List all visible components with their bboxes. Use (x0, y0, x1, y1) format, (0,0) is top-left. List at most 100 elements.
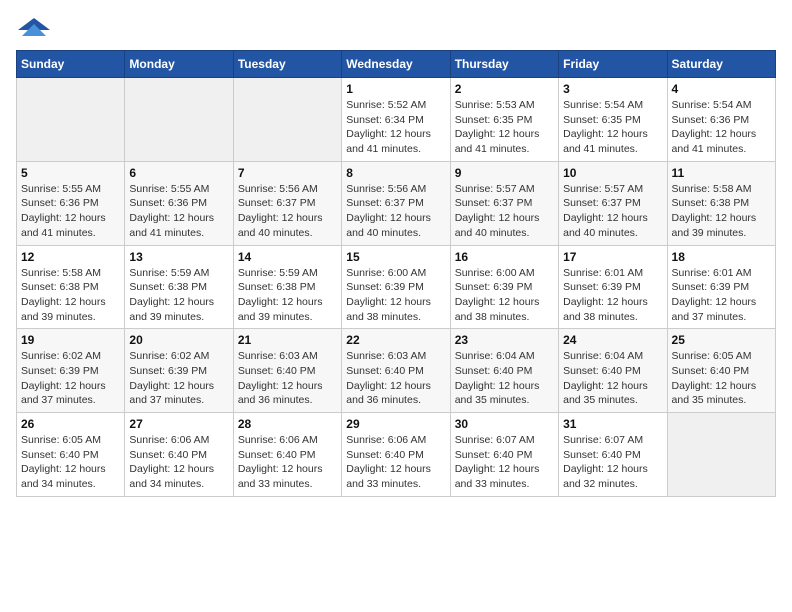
calendar-cell: 21 Sunrise: 6:03 AM Sunset: 6:40 PM Dayli… (233, 329, 341, 413)
day-number: 14 (238, 250, 337, 264)
day-of-week-header: Monday (125, 51, 233, 78)
day-detail: Sunrise: 5:59 AM Sunset: 6:38 PM Dayligh… (238, 266, 337, 325)
day-number: 17 (563, 250, 662, 264)
calendar-week-row: 5 Sunrise: 5:55 AM Sunset: 6:36 PM Daylig… (17, 161, 776, 245)
day-number: 25 (672, 333, 771, 347)
day-number: 22 (346, 333, 445, 347)
day-number: 13 (129, 250, 228, 264)
day-number: 8 (346, 166, 445, 180)
day-number: 2 (455, 82, 554, 96)
day-of-week-header: Saturday (667, 51, 775, 78)
day-detail: Sunrise: 5:56 AM Sunset: 6:37 PM Dayligh… (238, 182, 337, 241)
day-of-week-header: Wednesday (342, 51, 450, 78)
day-number: 28 (238, 417, 337, 431)
calendar-cell: 11 Sunrise: 5:58 AM Sunset: 6:38 PM Dayli… (667, 161, 775, 245)
day-detail: Sunrise: 6:06 AM Sunset: 6:40 PM Dayligh… (238, 433, 337, 492)
day-detail: Sunrise: 5:52 AM Sunset: 6:34 PM Dayligh… (346, 98, 445, 157)
calendar-cell: 20 Sunrise: 6:02 AM Sunset: 6:39 PM Dayli… (125, 329, 233, 413)
day-detail: Sunrise: 5:54 AM Sunset: 6:36 PM Dayligh… (672, 98, 771, 157)
calendar-cell: 10Sunrise: 5:57 AM Sunset: 6:37 PM Dayli… (559, 161, 667, 245)
calendar-week-row: 12 Sunrise: 5:58 AM Sunset: 6:38 PM Dayli… (17, 245, 776, 329)
calendar-cell: 15Sunrise: 6:00 AM Sunset: 6:39 PM Dayli… (342, 245, 450, 329)
day-detail: Sunrise: 6:03 AM Sunset: 6:40 PM Dayligh… (346, 349, 445, 408)
calendar-cell: 22 Sunrise: 6:03 AM Sunset: 6:40 PM Dayli… (342, 329, 450, 413)
logo (16, 16, 56, 40)
calendar-cell: 7 Sunrise: 5:56 AM Sunset: 6:37 PM Daylig… (233, 161, 341, 245)
calendar-cell: 27Sunrise: 6:06 AM Sunset: 6:40 PM Dayli… (125, 413, 233, 497)
day-of-week-header: Thursday (450, 51, 558, 78)
calendar-cell: 9 Sunrise: 5:57 AM Sunset: 6:37 PM Daylig… (450, 161, 558, 245)
day-detail: Sunrise: 5:58 AM Sunset: 6:38 PM Dayligh… (672, 182, 771, 241)
calendar-cell: 8 Sunrise: 5:56 AM Sunset: 6:37 PM Daylig… (342, 161, 450, 245)
day-detail: Sunrise: 6:05 AM Sunset: 6:40 PM Dayligh… (672, 349, 771, 408)
day-of-week-header: Friday (559, 51, 667, 78)
day-number: 30 (455, 417, 554, 431)
day-number: 5 (21, 166, 120, 180)
calendar-cell: 17Sunrise: 6:01 AM Sunset: 6:39 PM Dayli… (559, 245, 667, 329)
day-number: 24 (563, 333, 662, 347)
calendar-cell: 4 Sunrise: 5:54 AM Sunset: 6:36 PM Daylig… (667, 78, 775, 162)
calendar-header-row: SundayMondayTuesdayWednesdayThursdayFrid… (17, 51, 776, 78)
day-number: 26 (21, 417, 120, 431)
day-detail: Sunrise: 5:58 AM Sunset: 6:38 PM Dayligh… (21, 266, 120, 325)
day-number: 12 (21, 250, 120, 264)
calendar-cell (233, 78, 341, 162)
calendar-cell: 31Sunrise: 6:07 AM Sunset: 6:40 PM Dayli… (559, 413, 667, 497)
day-detail: Sunrise: 6:05 AM Sunset: 6:40 PM Dayligh… (21, 433, 120, 492)
day-number: 3 (563, 82, 662, 96)
day-detail: Sunrise: 6:01 AM Sunset: 6:39 PM Dayligh… (672, 266, 771, 325)
day-number: 23 (455, 333, 554, 347)
calendar-cell: 13 Sunrise: 5:59 AM Sunset: 6:38 PM Dayli… (125, 245, 233, 329)
day-detail: Sunrise: 6:03 AM Sunset: 6:40 PM Dayligh… (238, 349, 337, 408)
day-detail: Sunrise: 5:56 AM Sunset: 6:37 PM Dayligh… (346, 182, 445, 241)
logo-icon (16, 16, 52, 40)
calendar-cell: 12 Sunrise: 5:58 AM Sunset: 6:38 PM Dayli… (17, 245, 125, 329)
day-detail: Sunrise: 6:02 AM Sunset: 6:39 PM Dayligh… (21, 349, 120, 408)
day-number: 27 (129, 417, 228, 431)
calendar-week-row: 1 Sunrise: 5:52 AM Sunset: 6:34 PM Daylig… (17, 78, 776, 162)
day-detail: Sunrise: 5:57 AM Sunset: 6:37 PM Dayligh… (455, 182, 554, 241)
day-detail: Sunrise: 5:53 AM Sunset: 6:35 PM Dayligh… (455, 98, 554, 157)
day-number: 6 (129, 166, 228, 180)
day-number: 16 (455, 250, 554, 264)
day-detail: Sunrise: 6:06 AM Sunset: 6:40 PM Dayligh… (346, 433, 445, 492)
page-header (16, 16, 776, 40)
calendar-cell (125, 78, 233, 162)
day-detail: Sunrise: 6:07 AM Sunset: 6:40 PM Dayligh… (455, 433, 554, 492)
calendar-week-row: 26 Sunrise: 6:05 AM Sunset: 6:40 PM Dayli… (17, 413, 776, 497)
day-detail: Sunrise: 6:00 AM Sunset: 6:39 PM Dayligh… (455, 266, 554, 325)
calendar-cell: 14 Sunrise: 5:59 AM Sunset: 6:38 PM Dayli… (233, 245, 341, 329)
day-number: 11 (672, 166, 771, 180)
calendar-cell: 29 Sunrise: 6:06 AM Sunset: 6:40 PM Dayli… (342, 413, 450, 497)
day-number: 15 (346, 250, 445, 264)
day-number: 10 (563, 166, 662, 180)
calendar-cell: 16 Sunrise: 6:00 AM Sunset: 6:39 PM Dayli… (450, 245, 558, 329)
day-number: 9 (455, 166, 554, 180)
calendar-cell: 23Sunrise: 6:04 AM Sunset: 6:40 PM Dayli… (450, 329, 558, 413)
day-detail: Sunrise: 5:55 AM Sunset: 6:36 PM Dayligh… (21, 182, 120, 241)
calendar-cell: 30 Sunrise: 6:07 AM Sunset: 6:40 PM Dayli… (450, 413, 558, 497)
calendar-cell (17, 78, 125, 162)
day-number: 4 (672, 82, 771, 96)
calendar-cell: 2 Sunrise: 5:53 AM Sunset: 6:35 PM Daylig… (450, 78, 558, 162)
calendar-cell: 6Sunrise: 5:55 AM Sunset: 6:36 PM Daylig… (125, 161, 233, 245)
day-detail: Sunrise: 6:04 AM Sunset: 6:40 PM Dayligh… (563, 349, 662, 408)
calendar-week-row: 19Sunrise: 6:02 AM Sunset: 6:39 PM Dayli… (17, 329, 776, 413)
day-number: 29 (346, 417, 445, 431)
day-number: 1 (346, 82, 445, 96)
calendar-cell: 28 Sunrise: 6:06 AM Sunset: 6:40 PM Dayli… (233, 413, 341, 497)
calendar-cell: 18 Sunrise: 6:01 AM Sunset: 6:39 PM Dayli… (667, 245, 775, 329)
day-number: 31 (563, 417, 662, 431)
day-of-week-header: Sunday (17, 51, 125, 78)
day-number: 20 (129, 333, 228, 347)
day-detail: Sunrise: 6:02 AM Sunset: 6:39 PM Dayligh… (129, 349, 228, 408)
day-number: 18 (672, 250, 771, 264)
calendar-cell: 26 Sunrise: 6:05 AM Sunset: 6:40 PM Dayli… (17, 413, 125, 497)
calendar-cell: 24 Sunrise: 6:04 AM Sunset: 6:40 PM Dayli… (559, 329, 667, 413)
day-detail: Sunrise: 5:54 AM Sunset: 6:35 PM Dayligh… (563, 98, 662, 157)
day-number: 21 (238, 333, 337, 347)
day-detail: Sunrise: 5:59 AM Sunset: 6:38 PM Dayligh… (129, 266, 228, 325)
day-number: 7 (238, 166, 337, 180)
calendar-cell: 3 Sunrise: 5:54 AM Sunset: 6:35 PM Daylig… (559, 78, 667, 162)
calendar-cell: 5 Sunrise: 5:55 AM Sunset: 6:36 PM Daylig… (17, 161, 125, 245)
